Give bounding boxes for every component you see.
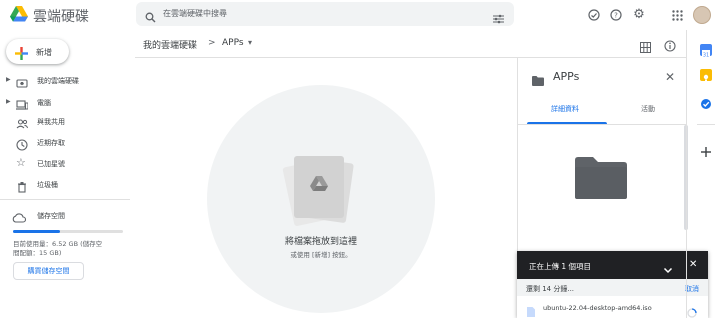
folder-icon [532,71,544,86]
new-button[interactable]: 新增 [6,39,69,64]
storage-progress-fill [13,230,61,233]
drop-zone-title: 將檔案拖放到這裡 [284,237,357,247]
sidebar-item-storage[interactable]: 儲存空間 [0,207,130,225]
svg-text:31: 31 [703,52,709,58]
upload-progress-panel: 正在上傳 1 個項目 ✕ 還剩 14 分鐘... 取消 ubuntu-22.04… [517,251,708,318]
search-bar[interactable]: 在雲端硬碟中搜尋 [136,2,514,26]
upload-time-remaining: 還剩 14 分鐘... [526,285,575,293]
tasks-icon[interactable] [700,95,712,109]
breadcrumb-current[interactable]: APPs [222,38,244,48]
close-upload-icon[interactable]: ✕ [689,259,697,270]
side-rail-separator [697,124,715,125]
sidebar-item-label: 與我共用 [37,118,65,126]
keep-icon[interactable] [700,69,712,82]
add-addon-icon[interactable] [701,142,711,157]
sidebar-item-label: 電腦 [37,99,51,107]
sidebar-item-starred[interactable]: ☆ 已加星號 [0,155,130,173]
upload-status-bar: 還剩 14 分鐘... 取消 [517,279,708,296]
sidebar-item-trash[interactable]: 垃圾桶 [0,176,130,194]
sidebar-item-recent[interactable]: 近期存取 [0,134,130,152]
storage-progress-bar [13,230,123,233]
cancel-upload-button[interactable]: 取消 [685,284,699,294]
drive-logo-icon[interactable] [10,6,28,22]
sidebar-divider [0,199,130,200]
upload-panel-title: 正在上傳 1 個項目 [529,262,592,271]
breadcrumb-root[interactable]: 我的雲端硬碟 [143,38,197,51]
sidebar-item-label: 已加星號 [37,160,65,168]
large-folder-icon [575,157,627,199]
storage-quota-text: 間配額：15 GB) [13,249,62,257]
search-icon[interactable] [145,8,156,23]
sidebar-item-label: 我的雲端硬碟 [37,77,79,85]
side-rail-divider [686,30,687,318]
avatar[interactable] [693,6,711,24]
sidebar-item-computers[interactable]: ▶ 電腦 [0,94,130,112]
computer-icon [16,96,29,110]
trash-icon [16,178,28,193]
calendar-icon[interactable]: 31 [700,44,712,58]
shared-icon [16,115,28,129]
tabs-divider [518,124,686,125]
grid-view-icon[interactable] [640,38,651,53]
sidebar-item-shared[interactable]: 與我共用 [0,113,130,131]
apps-grid-icon[interactable] [670,8,684,22]
plus-icon [15,45,28,60]
drive-files-illustration-icon [278,150,358,230]
expand-arrow-icon[interactable]: ▶ [6,98,11,105]
clock-icon [16,136,28,151]
storage-label: 儲存空間 [37,212,65,220]
new-button-label: 新增 [36,48,52,57]
breadcrumb-separator: > [208,38,216,48]
details-panel-title: APPs [553,70,580,83]
star-icon: ☆ [16,156,26,169]
app-title: 雲端硬碟 [33,9,89,25]
breadcrumb-dropdown-icon[interactable]: ▾ [248,38,252,47]
file-icon [527,302,535,317]
info-icon[interactable] [664,37,676,52]
cloud-icon [12,209,27,223]
collapse-chevron-icon[interactable] [663,260,673,274]
settings-gear-icon[interactable]: ⚙ [632,7,646,22]
close-icon[interactable]: ✕ [665,71,675,83]
upload-file-name: ubuntu-22.04-desktop-amd64.iso [543,304,652,312]
sidebar-item-my-drive[interactable]: ▶ 我的雲端硬碟 [0,72,130,90]
drive-folder-icon [16,74,28,88]
breadcrumb-divider [135,57,686,58]
expand-arrow-icon[interactable]: ▶ [6,76,11,83]
tab-activity[interactable]: 活動 [641,104,655,114]
help-icon[interactable]: ? [609,8,623,22]
top-bar: 雲端硬碟 在雲端硬碟中搜尋 ? ⚙ [0,0,720,30]
sidebar-item-label: 垃圾桶 [37,181,58,189]
search-options-icon[interactable] [493,9,504,24]
offline-status-icon[interactable] [587,8,601,22]
upload-spinner-icon [687,303,697,318]
tab-details[interactable]: 詳細資料 [551,104,579,114]
drop-zone-subtitle: 或使用 [新增] 按鈕。 [290,251,352,259]
svg-text:?: ? [614,12,618,20]
search-input[interactable]: 在雲端硬碟中搜尋 [163,8,227,19]
buy-storage-button[interactable]: 購買儲存空間 [13,262,84,280]
upload-panel-header: 正在上傳 1 個項目 ✕ [517,251,708,279]
sidebar-item-label: 近期存取 [37,139,65,147]
